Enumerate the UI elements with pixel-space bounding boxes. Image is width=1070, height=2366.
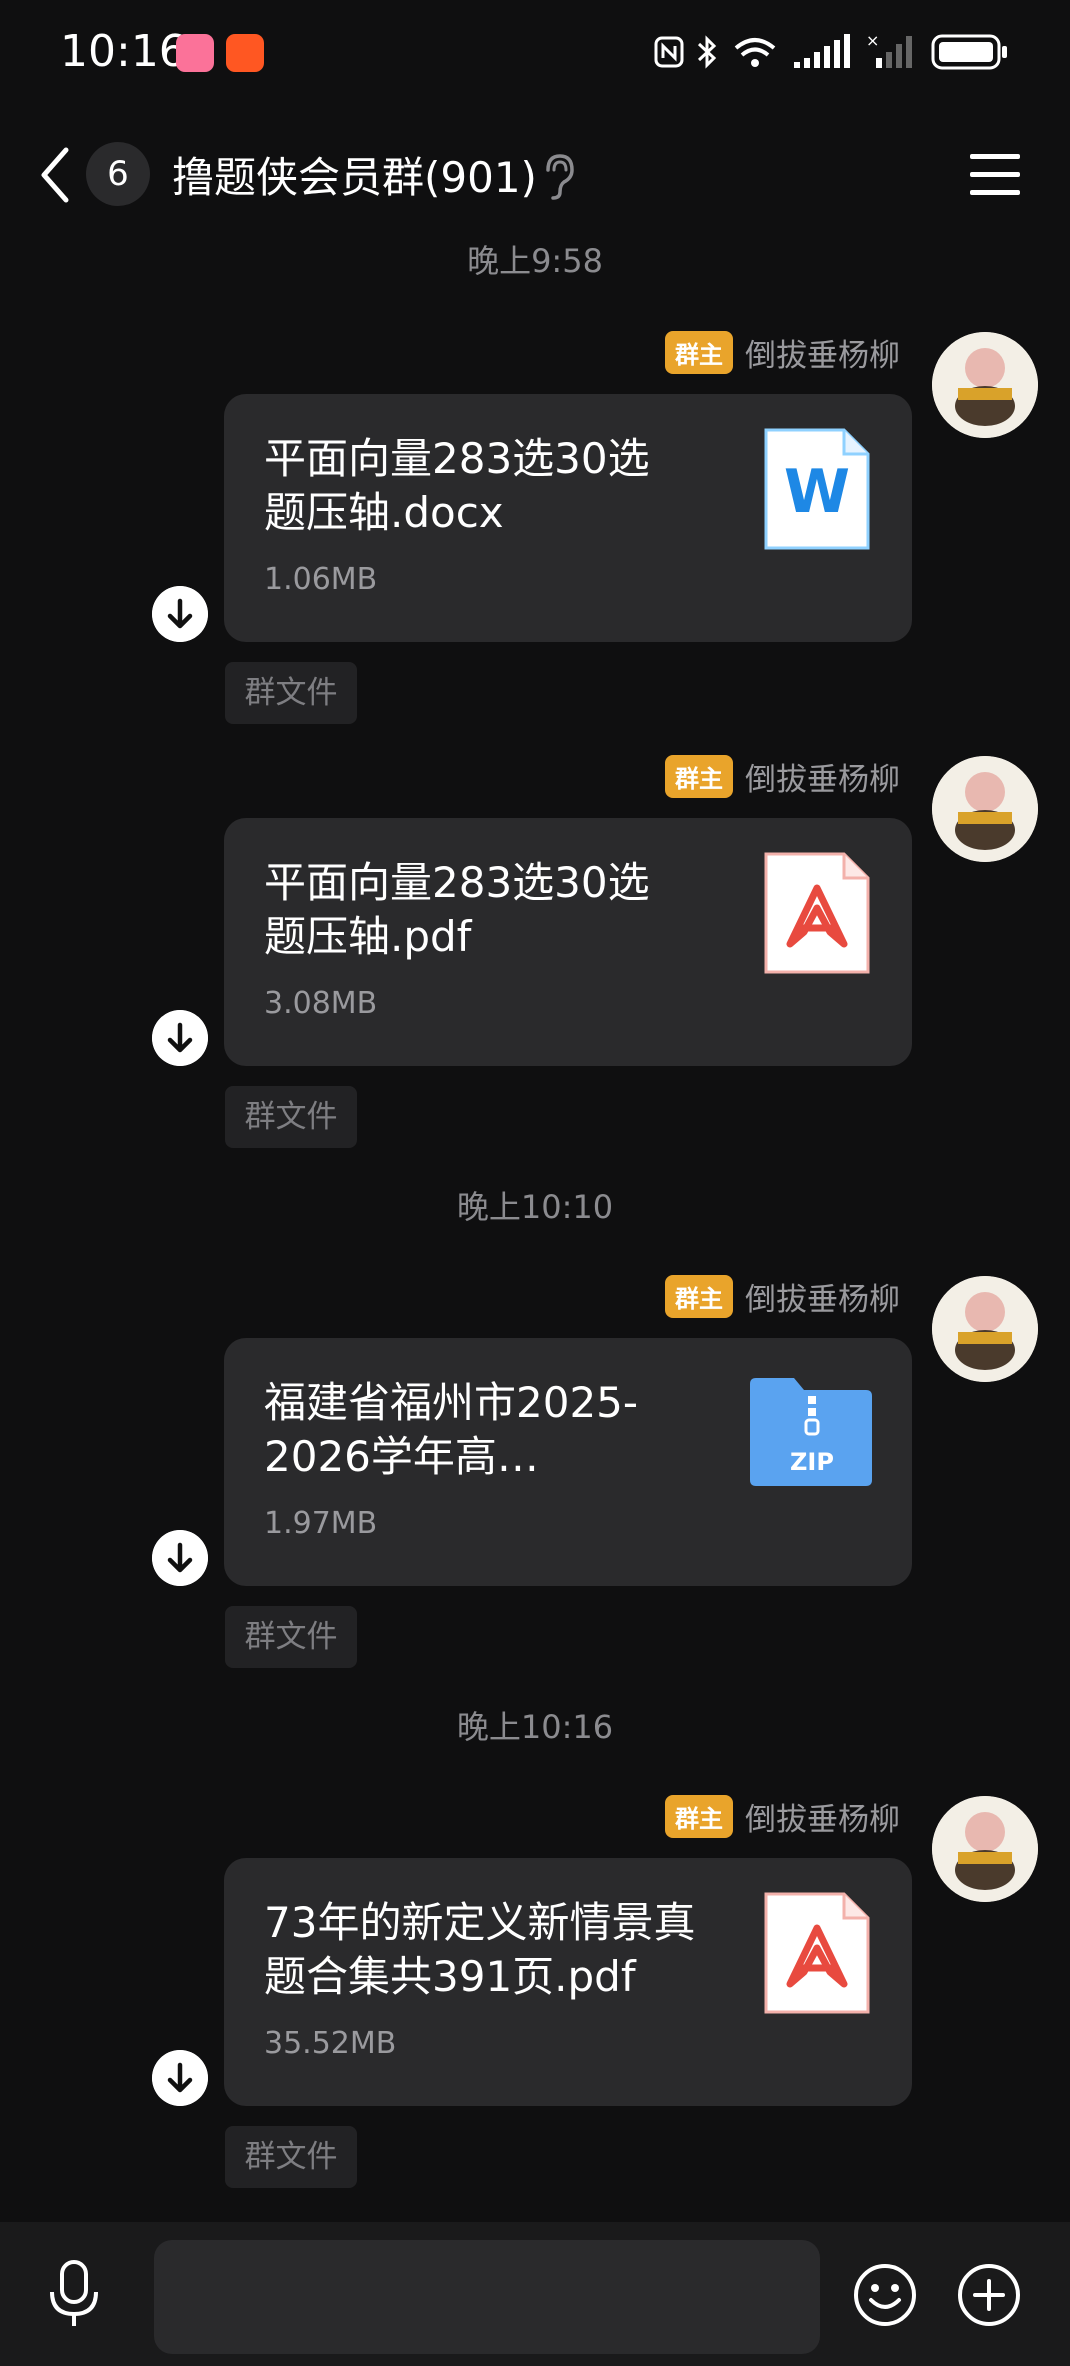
unread-count-badge[interactable]: 6 (86, 142, 150, 206)
timestamp: 晚上9:58 (467, 242, 603, 280)
group-file-tag[interactable]: 群文件 (225, 1606, 357, 1668)
group-file-tag[interactable]: 群文件 (225, 662, 357, 724)
file-message-card[interactable]: 福建省福州市2025-2026学年高… 1.97MB ZIP (224, 1338, 912, 1586)
sender-name[interactable]: 倒拔垂杨柳 (745, 1274, 900, 1319)
chat-header: 6 撸题侠会员群(901) (0, 130, 1070, 230)
group-file-tag[interactable]: 群文件 (225, 1086, 357, 1148)
ear-mode-icon[interactable] (540, 152, 576, 200)
add-attachment-icon[interactable] (956, 2262, 1022, 2328)
download-icon[interactable] (152, 1010, 208, 1066)
shopping-app-icon (226, 34, 264, 72)
word-doc-icon: W (764, 428, 870, 550)
download-icon[interactable] (152, 1530, 208, 1586)
avatar[interactable] (932, 756, 1038, 862)
file-name: 平面向量283选30选题压轴.docx (264, 434, 650, 537)
download-icon[interactable] (152, 586, 208, 642)
file-message-card[interactable]: 73年的新定义新情景真题合集共391页.pdf 35.52MB (224, 1858, 912, 2106)
file-message-card[interactable]: 平面向量283选30选题压轴.pdf 3.08MB (224, 818, 912, 1066)
role-badge: 群主 (665, 1794, 733, 1838)
group-file-tag[interactable]: 群文件 (225, 2126, 357, 2188)
file-name: 福建省福州市2025-2026学年高… (264, 1378, 639, 1481)
status-bar: 10:16 × (0, 0, 1070, 110)
file-size: 1.97MB (264, 1506, 378, 1541)
wifi-icon (734, 38, 776, 67)
svg-text:W: W (784, 457, 850, 527)
sender-row: 群主 倒拔垂杨柳 (665, 1274, 900, 1319)
file-size: 1.06MB (264, 562, 378, 597)
download-icon[interactable] (152, 2050, 208, 2106)
sender-name[interactable]: 倒拔垂杨柳 (745, 754, 900, 799)
microphone-icon[interactable] (46, 2258, 102, 2330)
zip-label: ZIP (790, 1448, 834, 1476)
sender-row: 群主 倒拔垂杨柳 (665, 1794, 900, 1839)
role-badge: 群主 (665, 754, 733, 798)
group-title[interactable]: 撸题侠会员群(901) (172, 144, 537, 205)
role-badge: 群主 (665, 1274, 733, 1318)
file-size: 3.08MB (264, 986, 378, 1021)
message-input[interactable] (154, 2240, 820, 2354)
zip-folder-icon: ZIP (750, 1378, 872, 1486)
bluetooth-icon (697, 35, 717, 69)
sender-name[interactable]: 倒拔垂杨柳 (745, 1794, 900, 1839)
sender-name[interactable]: 倒拔垂杨柳 (745, 330, 900, 375)
battery-icon (931, 34, 1007, 70)
avatar[interactable] (932, 1796, 1038, 1902)
timestamp: 晚上10:16 (456, 1708, 614, 1746)
back-arrow-icon[interactable] (36, 142, 76, 208)
emoji-icon[interactable] (852, 2262, 918, 2328)
file-name: 平面向量283选30选题压轴.pdf (264, 858, 650, 961)
bilibili-app-icon (176, 34, 214, 72)
file-name: 73年的新定义新情景真题合集共391页.pdf (264, 1898, 696, 2001)
signal-weak-icon: × (866, 32, 912, 68)
signal-icon (794, 34, 850, 68)
svg-text:×: × (866, 32, 879, 50)
nfc-icon (654, 36, 684, 68)
avatar[interactable] (932, 332, 1038, 438)
input-bar (0, 2222, 1070, 2366)
file-size: 35.52MB (264, 2026, 397, 2061)
timestamp: 晚上10:10 (456, 1188, 614, 1226)
menu-icon[interactable] (968, 150, 1024, 200)
pdf-icon (764, 852, 870, 974)
sender-row: 群主 倒拔垂杨柳 (665, 754, 900, 799)
pdf-icon (764, 1892, 870, 2014)
file-message-card[interactable]: 平面向量283选30选题压轴.docx 1.06MB W (224, 394, 912, 642)
role-badge: 群主 (665, 330, 733, 374)
status-time: 10:16 (60, 26, 187, 77)
avatar[interactable] (932, 1276, 1038, 1382)
sender-row: 群主 倒拔垂杨柳 (665, 330, 900, 375)
